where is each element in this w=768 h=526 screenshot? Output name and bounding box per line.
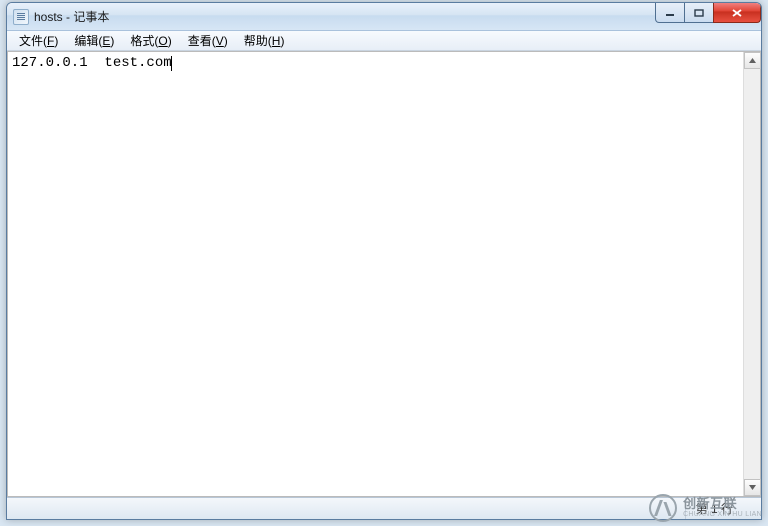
statusbar: 第 1 行 [7,497,761,519]
notepad-icon [13,9,29,25]
minimize-button[interactable] [655,3,685,23]
chevron-up-icon [748,56,757,65]
close-button[interactable] [713,3,761,23]
minimize-icon [665,9,675,17]
close-icon [731,8,743,18]
scroll-up-button[interactable] [744,52,761,69]
menu-file[interactable]: 文件(F) [11,31,66,50]
menu-edit[interactable]: 编辑(E) [66,31,122,50]
text-caret [171,56,172,71]
content-area: 127.0.0.1 test.com [7,51,761,497]
window-controls [656,3,761,23]
scrollbar-track[interactable] [744,69,760,479]
menu-help[interactable]: 帮助(H) [236,31,293,50]
maximize-button[interactable] [684,3,714,23]
titlebar[interactable]: hosts - 记事本 [7,3,761,31]
status-position: 第 1 行 [685,498,743,519]
menubar: 文件(F) 编辑(E) 格式(O) 查看(V) 帮助(H) [7,31,761,51]
menu-view[interactable]: 查看(V) [180,31,236,50]
scroll-down-button[interactable] [744,479,761,496]
window-title: hosts - 记事本 [34,8,109,25]
maximize-icon [694,9,704,17]
editor-content: 127.0.0.1 test.com [12,55,172,71]
notepad-window: hosts - 记事本 文件(F) 编辑(E) 格式(O) 查看(V) 帮助(H… [6,2,762,520]
chevron-down-icon [748,483,757,492]
text-editor[interactable]: 127.0.0.1 test.com [8,52,743,496]
menu-format[interactable]: 格式(O) [122,31,179,50]
vertical-scrollbar[interactable] [743,52,760,496]
